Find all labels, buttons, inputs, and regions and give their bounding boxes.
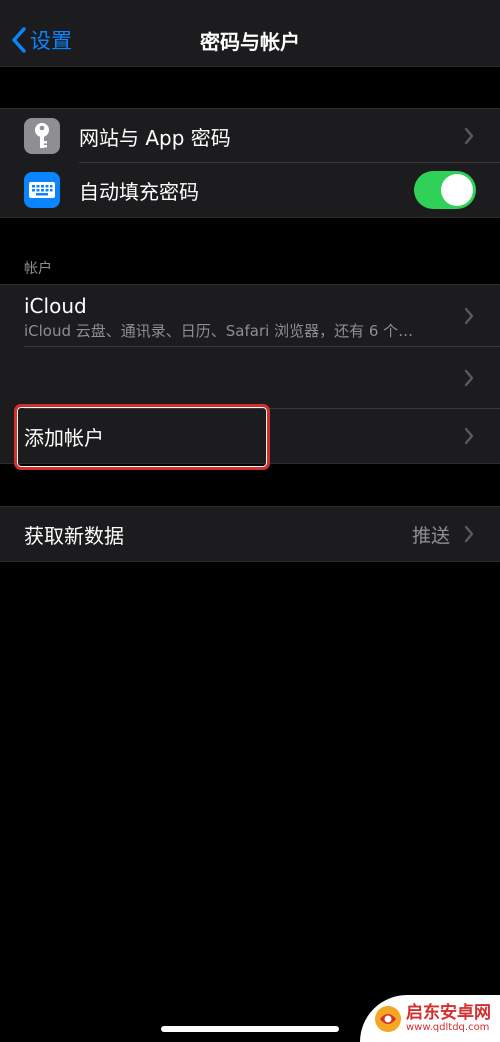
chevron-right-icon xyxy=(464,127,474,145)
fetch-new-data-row[interactable]: 获取新数据 推送 xyxy=(0,507,500,561)
fetch-new-data-value: 推送 xyxy=(411,524,450,547)
keyboard-icon xyxy=(24,172,60,208)
account-row-empty[interactable] xyxy=(0,347,500,409)
autofill-passwords-label: 自动填充密码 xyxy=(79,179,199,204)
add-account-highlight xyxy=(14,404,270,470)
toggle-knob xyxy=(441,174,473,206)
passwords-group: 网站与 App 密码 自动填充密码 xyxy=(0,108,500,218)
icloud-subtitle: iCloud 云盘、通讯录、日历、Safari 浏览器，还有 6 个… xyxy=(24,322,414,340)
chevron-right-icon xyxy=(464,525,474,543)
key-icon xyxy=(24,118,60,154)
home-indicator[interactable] xyxy=(161,1026,339,1032)
watermark-url: www.qdltdq.com xyxy=(406,1021,490,1033)
chevron-right-icon xyxy=(464,427,474,445)
chevron-right-icon xyxy=(464,369,474,387)
icloud-row[interactable]: iCloud iCloud 云盘、通讯录、日历、Safari 浏览器，还有 6 … xyxy=(0,285,500,347)
navigation-bar: 设置 密码与帐户 xyxy=(0,0,500,67)
watermark: 启东安卓网 www.qdltdq.com xyxy=(360,995,500,1042)
website-app-passwords-row[interactable]: 网站与 App 密码 xyxy=(0,109,500,163)
fetch-new-data-label: 获取新数据 xyxy=(24,523,124,548)
website-app-passwords-label: 网站与 App 密码 xyxy=(79,125,231,150)
chevron-right-icon xyxy=(464,307,474,325)
icloud-title: iCloud xyxy=(24,294,87,318)
fetch-group: 获取新数据 推送 xyxy=(0,506,500,562)
autofill-passwords-toggle[interactable] xyxy=(414,171,476,209)
accounts-section-header: 帐户 xyxy=(24,261,52,277)
autofill-passwords-row: 自动填充密码 xyxy=(0,163,500,217)
page-title: 密码与帐户 xyxy=(200,30,300,54)
watermark-logo-icon xyxy=(375,1006,401,1032)
watermark-title: 启东安卓网 xyxy=(406,1002,491,1023)
